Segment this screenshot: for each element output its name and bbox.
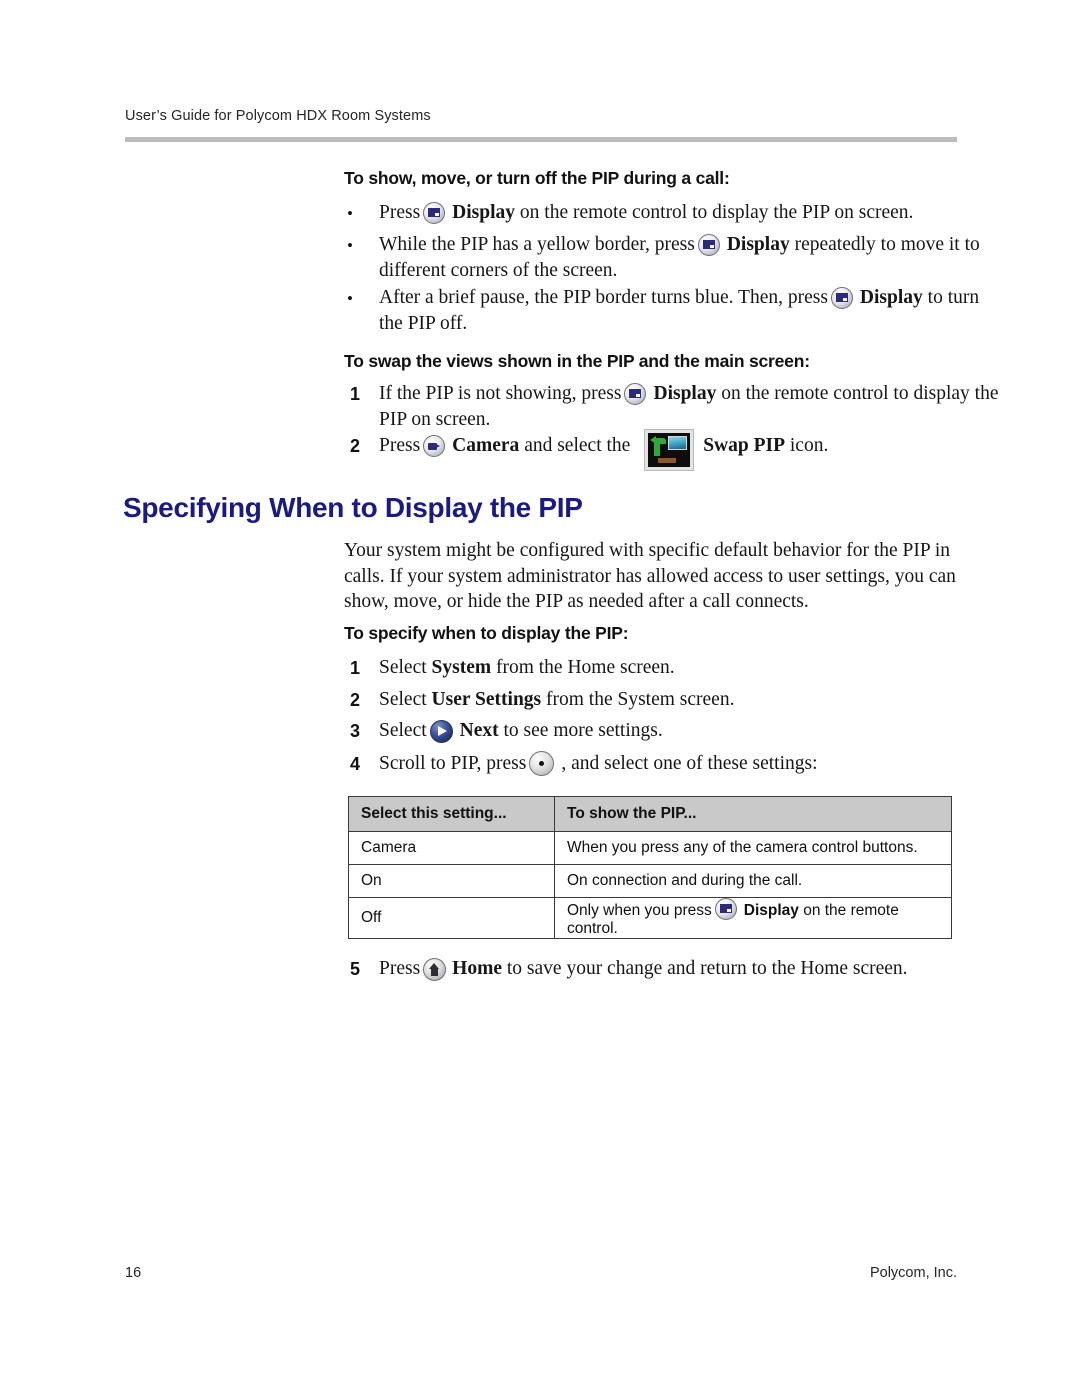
step-bold-term: System — [431, 657, 492, 678]
step-number: 1 — [350, 384, 361, 404]
step-number: 2 — [350, 436, 361, 456]
bullet-text-after: on the remote control to display the PIP… — [519, 202, 914, 223]
table-row: Off Only when you press Display on the re… — [348, 897, 952, 939]
bullet-marker: • — [347, 204, 353, 223]
next-button-icon — [429, 720, 457, 743]
step-bold-term: Camera — [452, 435, 520, 456]
table-header-row: Select this setting... To show the PIP..… — [348, 796, 952, 832]
step-bold-term: Next — [459, 720, 499, 741]
step-number: 5 — [350, 959, 361, 979]
list-item: • While the PIP has a yellow border, pre… — [344, 232, 1004, 284]
step-text-before: If the PIP is not showing, press — [379, 383, 622, 404]
table-row: On On connection and during the call. — [348, 864, 952, 898]
column-header-setting: Select this setting... — [348, 796, 555, 832]
cell-setting: Camera — [348, 831, 555, 865]
footer-page-number: 16 — [125, 1265, 142, 1281]
footer-company-name: Polycom, Inc. — [869, 1265, 957, 1281]
cell-description: On connection and during the call. — [554, 864, 952, 898]
list-item: 3 Select Next to see more settings. — [344, 718, 1004, 744]
procedure-heading-swap-views: To swap the views shown in the PIP and t… — [344, 351, 810, 371]
select-button-icon — [529, 751, 558, 776]
camera-button-icon — [423, 435, 449, 457]
bullet-bold-term: Display — [452, 202, 516, 223]
step-text-before: Scroll to PIP, press — [379, 753, 527, 774]
list-item: 2 Select User Settings from the System s… — [344, 687, 1004, 713]
step-text-before: Press — [379, 958, 421, 979]
cell-setting: On — [348, 864, 555, 898]
running-header: User’s Guide for Polycom HDX Room System… — [125, 108, 431, 124]
step-text-before: Press — [379, 435, 421, 456]
step-bold-term: User Settings — [431, 689, 542, 710]
document-page: User’s Guide for Polycom HDX Room System… — [0, 0, 1080, 1397]
bullet-bold-term: Display — [726, 234, 790, 255]
bullet-marker: • — [347, 289, 353, 308]
display-button-icon — [830, 287, 857, 309]
home-button-icon — [423, 958, 449, 981]
step-text-after: icon. — [789, 435, 829, 456]
display-button-icon — [697, 234, 724, 256]
list-item: • Press Display on the remote control to … — [344, 200, 1004, 226]
step-text-after: , and select one of these settings: — [561, 753, 818, 774]
column-header-description: To show the PIP... — [554, 796, 952, 832]
step-text-after: from the System screen. — [546, 689, 735, 710]
list-item: 1 If the PIP is not showing, press Displa… — [344, 381, 1004, 433]
page-title: Specifying When to Display the PIP — [123, 492, 583, 523]
step-bold-term: Display — [653, 383, 717, 404]
display-button-icon — [624, 383, 650, 405]
cell-description: When you press any of the camera control… — [554, 831, 952, 865]
swap-pip-thumbnail-icon — [645, 430, 693, 470]
step-number: 1 — [350, 658, 361, 678]
cell-description: Only when you press Display on the remote… — [554, 897, 952, 939]
step-bold-term-2: Swap PIP — [703, 435, 785, 456]
step-number: 2 — [350, 690, 361, 710]
list-item: 5 Press Home to save your change and retu… — [344, 956, 1004, 982]
pip-settings-table: Select this setting... To show the PIP..… — [348, 796, 952, 939]
list-item: 1 Select System from the Home screen. — [344, 655, 1004, 681]
bullet-text-before: Press — [379, 202, 421, 223]
body-paragraph: Your system might be configured with spe… — [344, 540, 956, 612]
step-text-before: Select — [379, 720, 427, 741]
procedure-heading-pip-during-call: To show, move, or turn off the PIP durin… — [344, 168, 730, 188]
cell-text-before: Only when you press — [567, 902, 712, 919]
bullet-text-before: After a brief pause, the PIP border turn… — [379, 287, 828, 308]
header-divider-rule — [125, 137, 957, 142]
table-row: Camera When you press any of the camera … — [348, 831, 952, 865]
cell-setting: Off — [348, 897, 555, 939]
step-number: 3 — [350, 721, 361, 741]
step-text-after: from the Home screen. — [495, 657, 675, 678]
bullet-text-before: While the PIP has a yellow border, press — [379, 234, 695, 255]
list-item: • After a brief pause, the PIP border tu… — [344, 285, 1004, 337]
step-text-after: to see more settings. — [503, 720, 663, 741]
step-text-before: Select — [379, 689, 427, 710]
step-number: 4 — [350, 754, 361, 774]
bullet-marker: • — [347, 236, 353, 255]
display-button-icon — [423, 202, 449, 224]
bullet-bold-term: Display — [859, 287, 923, 308]
list-item: 4 Scroll to PIP, press , and select one o… — [344, 751, 1004, 777]
step-text-before: Select — [379, 657, 427, 678]
cell-bold-term: Display — [743, 902, 799, 919]
step-text-after: to save your change and return to the Ho… — [506, 958, 908, 979]
step-bold-term: Home — [452, 958, 502, 979]
step-text-middle: and select the — [524, 435, 631, 456]
procedure-heading-specify-pip: To specify when to display the PIP: — [344, 623, 629, 643]
display-button-icon — [714, 898, 741, 920]
